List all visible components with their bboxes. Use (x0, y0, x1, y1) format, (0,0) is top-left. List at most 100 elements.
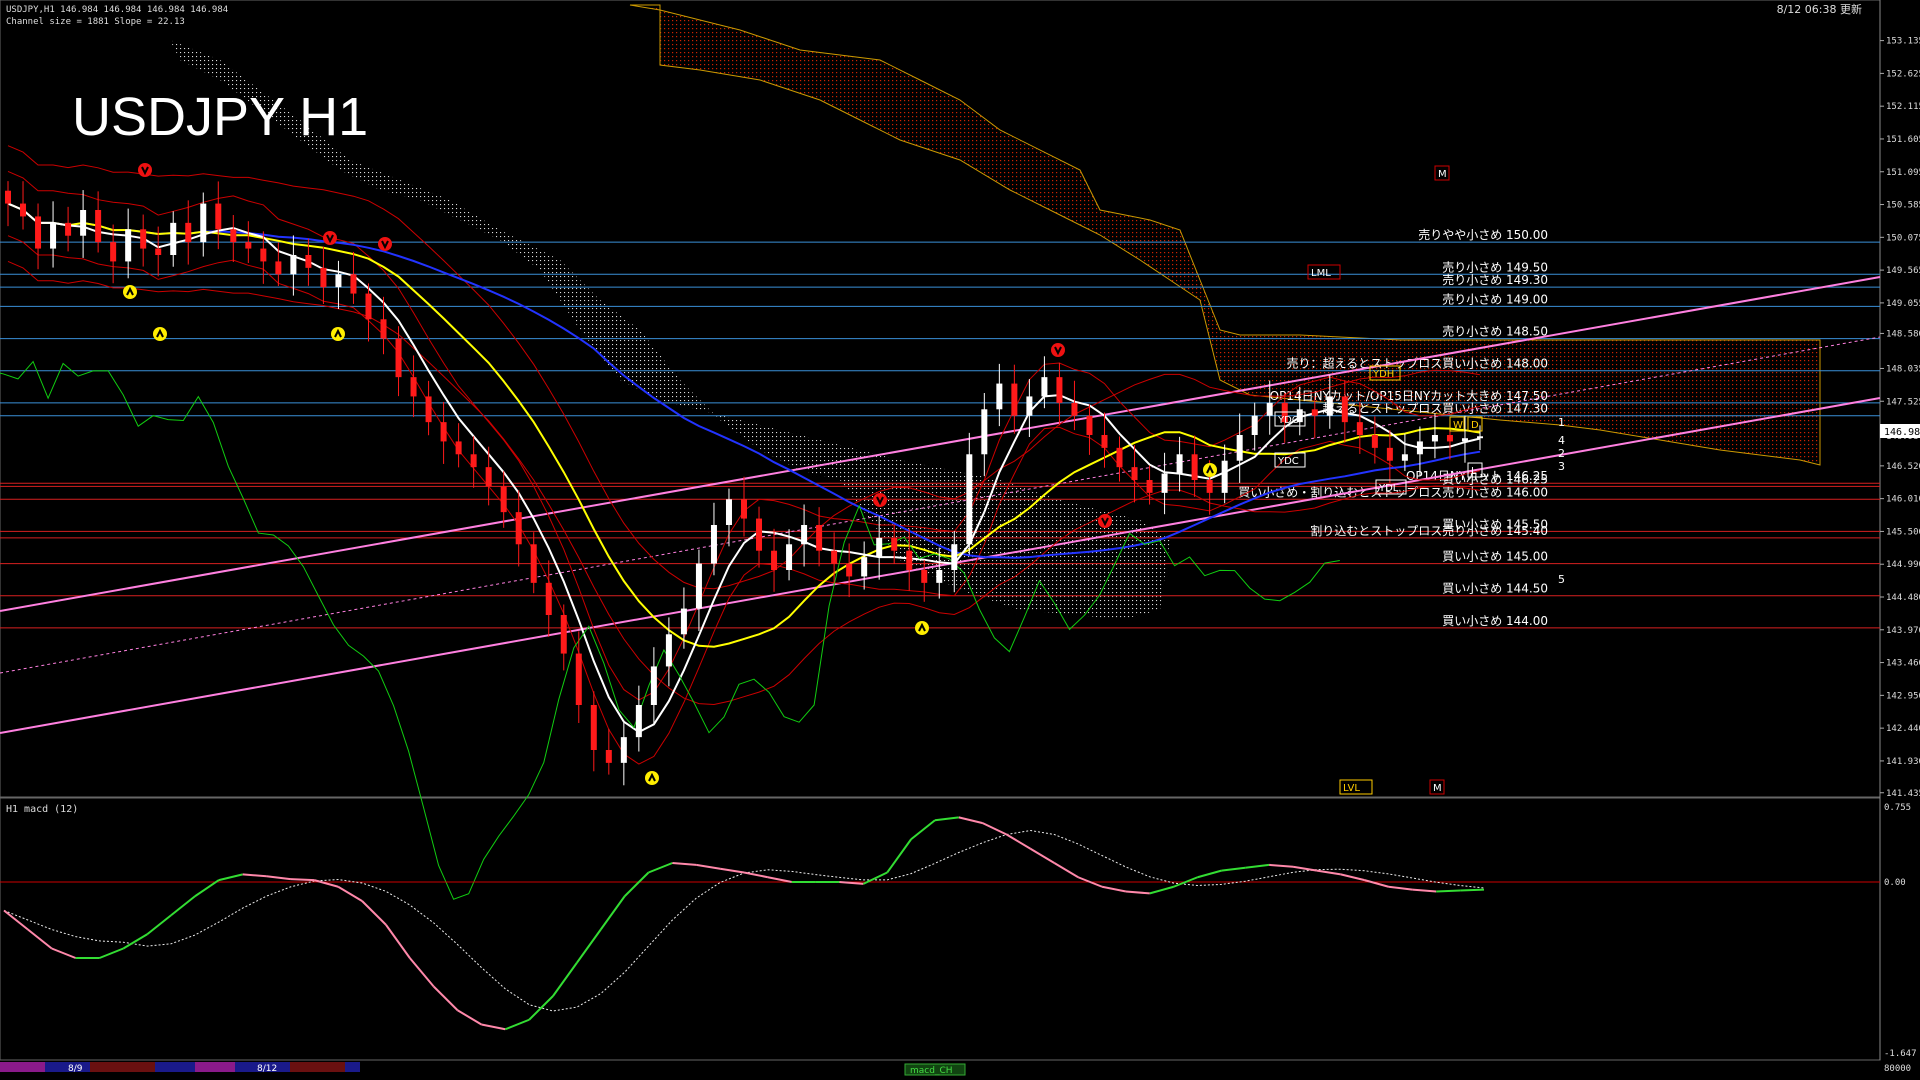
level-label: 買い小さめ 145.00 (1442, 550, 1548, 564)
candle-body (20, 203, 27, 217)
candle-body (185, 222, 192, 243)
marker-ydl: YDL (1378, 483, 1399, 494)
candle-body (485, 467, 492, 487)
candle-body (155, 248, 162, 255)
candle-body (440, 422, 447, 442)
price-tick-label: 153.135 (1886, 37, 1920, 47)
candle-body (470, 454, 477, 468)
candle-body (1326, 396, 1333, 416)
candle-body (1071, 402, 1078, 416)
candle-body (560, 615, 567, 654)
price-tick-label: 143.970 (1886, 626, 1920, 636)
candle-body (816, 525, 823, 551)
candle-body (861, 557, 868, 577)
candle-body (1161, 473, 1168, 493)
candle-body (515, 512, 522, 545)
level-label: 買い小さめ 144.00 (1442, 614, 1548, 628)
channel-readout: Channel size = 1881 Slope = 22.13 (6, 17, 185, 27)
candle-body (5, 190, 11, 204)
level-label: 売り小さめ 149.50 (1442, 259, 1548, 274)
candle-body (500, 486, 507, 513)
candle-body (771, 550, 778, 570)
candle-body (1371, 435, 1378, 448)
candle-body (1341, 396, 1348, 423)
candle-body (1131, 467, 1138, 480)
marker-m-top: M (1438, 169, 1447, 180)
candle-body (455, 441, 462, 455)
candle-body (95, 210, 102, 243)
candle-body (680, 608, 687, 635)
candle-body (290, 255, 297, 275)
volume-axis-value: 80000 (1884, 1064, 1911, 1074)
marker-lml: LML (1311, 268, 1331, 279)
price-tick-label: 149.055 (1886, 299, 1920, 309)
candle-body (1011, 383, 1018, 416)
candle-body (1416, 441, 1423, 455)
candle-body (801, 525, 808, 545)
macd-title: H1 macd (12) (6, 804, 78, 815)
candle-body (575, 653, 582, 705)
macd-segment (290, 878, 315, 882)
candle-body (50, 222, 57, 249)
candle-body (650, 666, 657, 705)
candle-body (230, 229, 237, 243)
candle-body (665, 634, 672, 667)
macd-tag: macd_CH (910, 1066, 953, 1076)
candle-body (530, 544, 537, 583)
candle-body (395, 338, 402, 378)
candle-body (590, 705, 597, 750)
current-price-value: 146.984 (1884, 427, 1920, 438)
price-tick-label: 152.625 (1886, 69, 1920, 79)
candle-body (1056, 377, 1063, 403)
level-label: 売り小さめ 149.00 (1442, 291, 1548, 306)
price-tick-label: 151.095 (1886, 168, 1920, 178)
candle-body (1026, 396, 1033, 416)
wave-label: 5 (1558, 573, 1565, 586)
marker-ydo: YDO (1277, 415, 1300, 426)
price-tick-label: 144.990 (1886, 560, 1920, 570)
price-tick-label: 148.580 (1886, 329, 1920, 339)
candle-body (906, 550, 913, 570)
marker-w: W (1453, 420, 1463, 431)
candle-body (710, 525, 717, 564)
price-tick-label: 142.440 (1886, 724, 1920, 734)
candle-body (1311, 409, 1318, 416)
candle-body (1431, 435, 1438, 442)
candle-body (921, 570, 928, 583)
candle-body (620, 737, 627, 763)
wave-label: 2 (1558, 447, 1565, 460)
candle-body (380, 319, 387, 339)
macd-panel-frame (0, 797, 1881, 1061)
candle-body (1221, 460, 1228, 493)
candle-body (65, 222, 72, 236)
level-label: 売りやや小さめ 150.00 (1418, 227, 1548, 242)
price-tick-label: 145.500 (1886, 527, 1920, 537)
candle-body (1191, 454, 1198, 480)
price-tick-label: 144.480 (1886, 593, 1920, 603)
wave-label: 3 (1558, 460, 1565, 473)
candle-body (966, 454, 973, 545)
candle-body (1206, 480, 1213, 493)
candle-body (1446, 435, 1453, 442)
candle-body (110, 242, 117, 262)
level-label: 割り込むとストップロス売り小さめ 145.40 (1310, 523, 1548, 538)
candle-body (1477, 436, 1483, 439)
macd-axis-zero: 0.00 (1884, 878, 1906, 888)
candle-body (1386, 447, 1393, 461)
wave-label: 1 (1558, 416, 1565, 429)
price-tick-label: 142.950 (1886, 691, 1920, 701)
candle-body (1101, 435, 1108, 448)
candle-body (786, 544, 793, 570)
price-tick-label: 150.075 (1886, 233, 1920, 243)
candle-body (1236, 435, 1243, 461)
candle-body (1461, 438, 1468, 442)
price-tick-label: 141.435 (1886, 789, 1920, 799)
chart-canvas[interactable]: 売りやや小さめ 150.00 売り小さめ 149.50売り小さめ 149.30 売り… (0, 0, 1920, 1080)
candle-body (125, 229, 132, 262)
chart-title: USDJPY H1 (72, 87, 368, 147)
candle-body (1041, 377, 1048, 397)
candle-body (876, 537, 883, 558)
level-label: 買い小さめ 144.50 (1442, 582, 1548, 596)
candle-body (260, 248, 267, 262)
candle-body (1176, 454, 1183, 474)
